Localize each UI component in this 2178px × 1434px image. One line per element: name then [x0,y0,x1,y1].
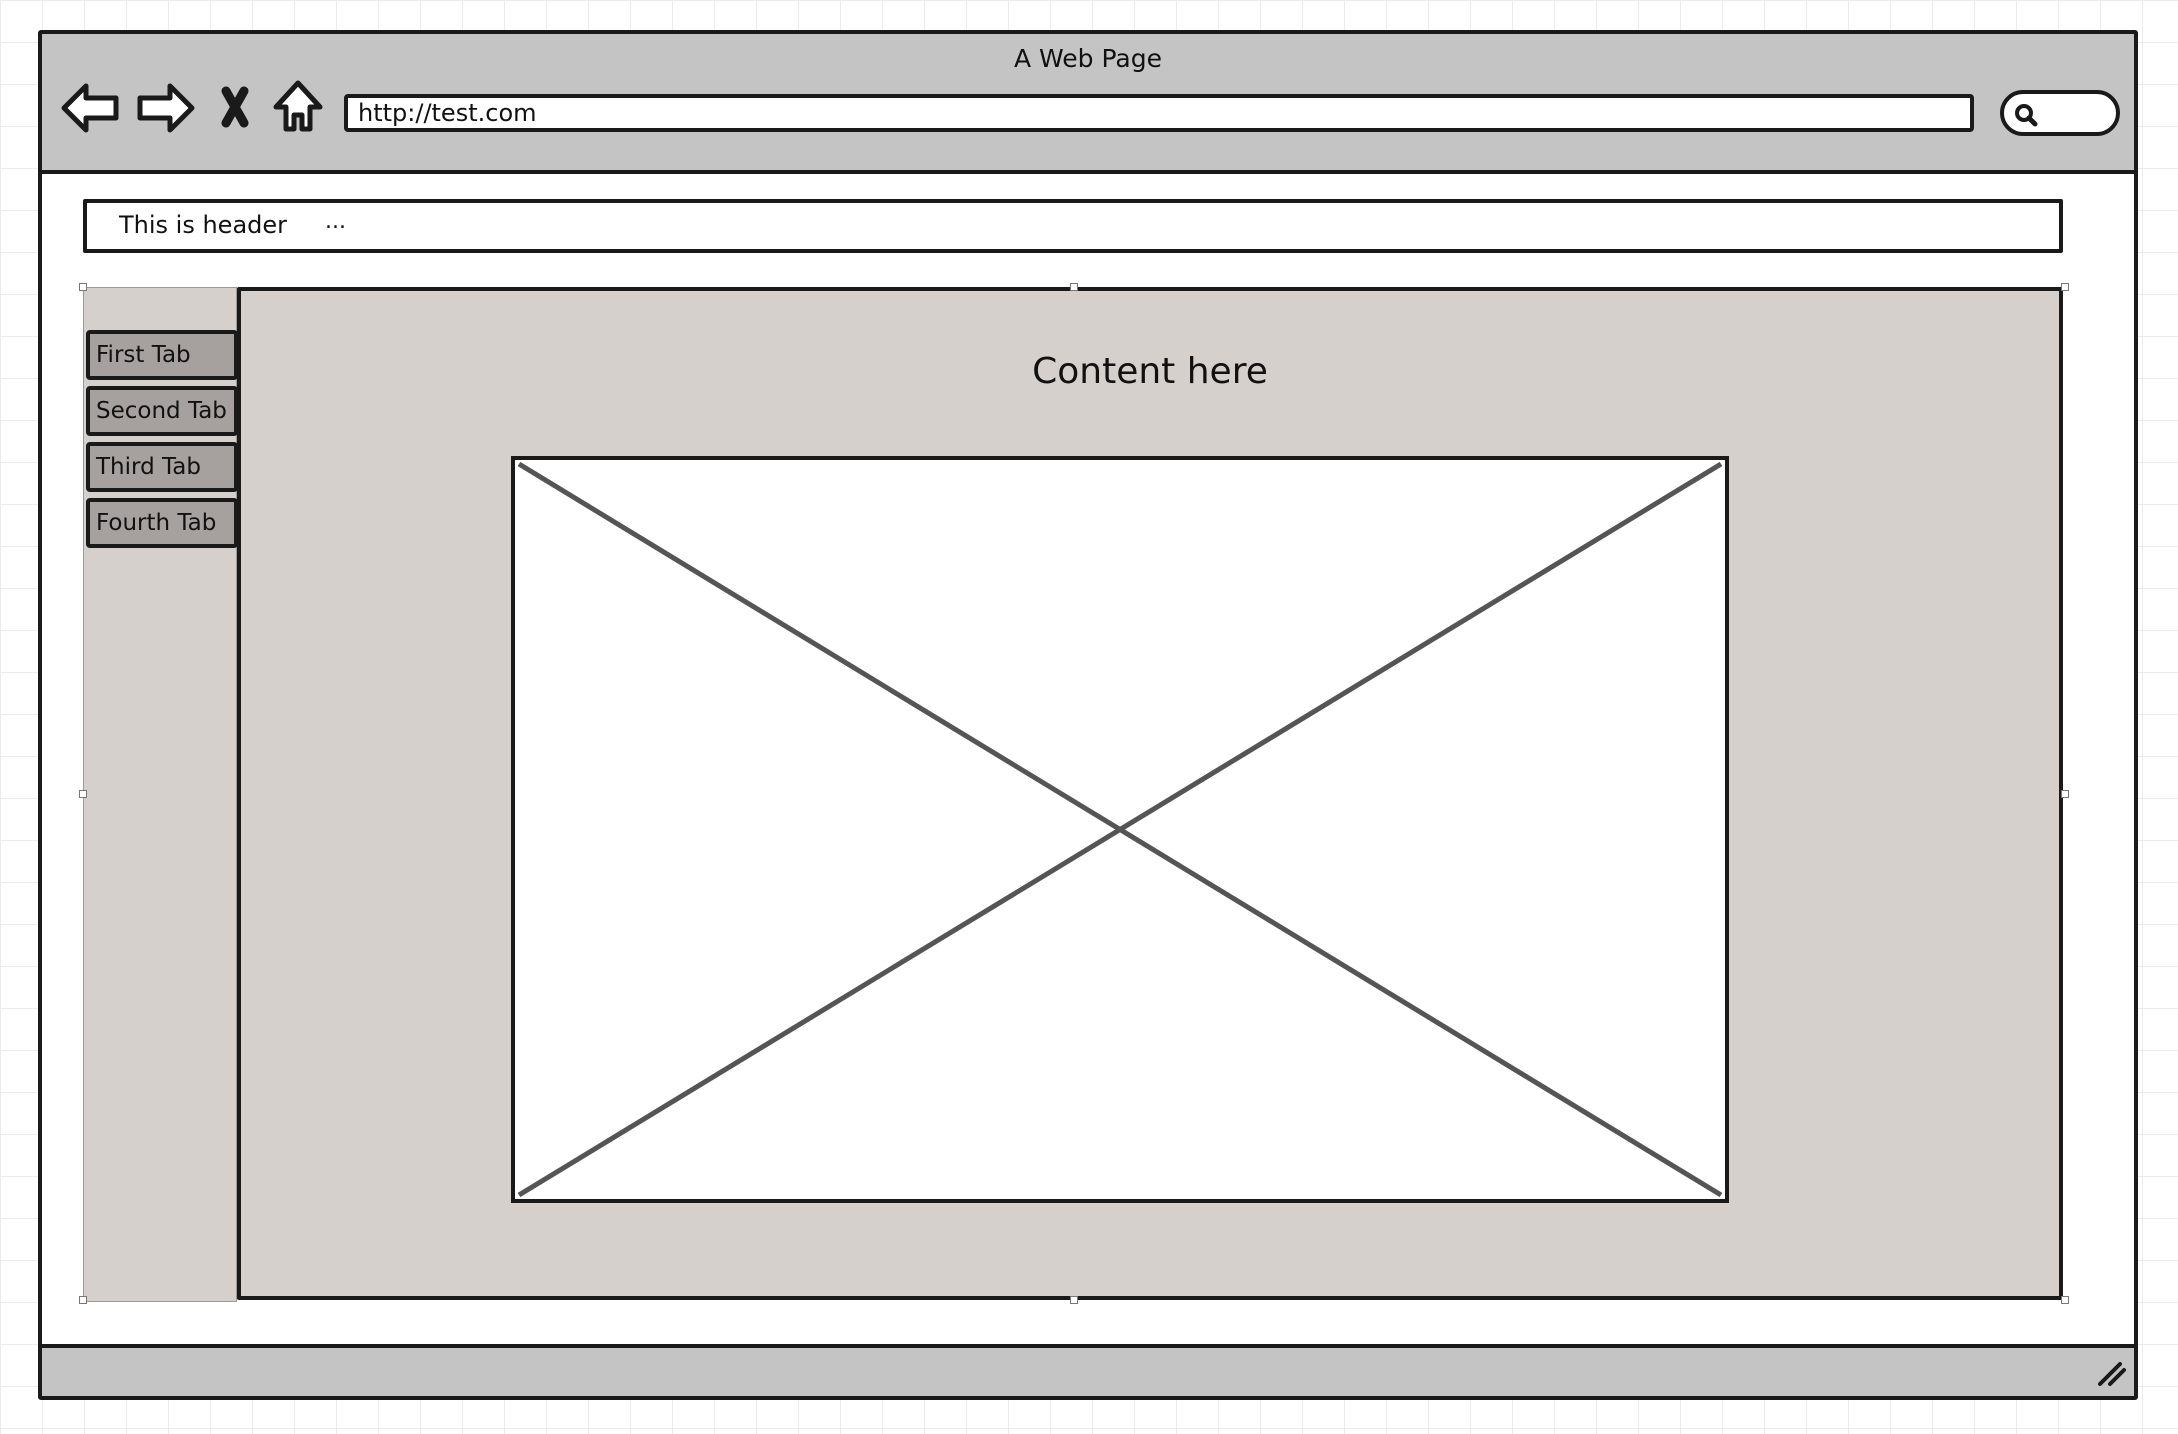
content-panel: Content here [237,287,2063,1300]
selection-handle[interactable] [79,283,87,291]
image-placeholder [511,456,1729,1203]
forward-arrow-icon[interactable] [134,77,196,139]
tab-second[interactable]: Second Tab [86,386,238,436]
selection-handle[interactable] [1070,1296,1078,1304]
header-text: This is header [119,211,288,239]
browser-statusbar [42,1344,2134,1396]
selection-handle[interactable] [79,790,87,798]
selection-handle[interactable] [2061,283,2069,291]
selection-handle[interactable] [2061,790,2069,798]
selection-handle[interactable] [1070,283,1078,291]
tab-sidebar: First Tab Second Tab Third Tab Fourth Ta… [83,287,238,1302]
content-title: Content here [1032,351,1268,392]
selection-handle[interactable] [2061,1296,2069,1304]
tab-fourth[interactable]: Fourth Tab [86,498,238,548]
resize-grip-icon[interactable] [2094,1356,2128,1390]
browser-titlebar: A Web Page http://test.com [42,34,2134,174]
browser-window: A Web Page http://test.com This is heade… [38,30,2138,1400]
search-field[interactable] [2000,90,2120,136]
back-arrow-icon[interactable] [60,77,122,139]
tab-first[interactable]: First Tab [86,330,238,380]
header-more: ... [325,209,346,234]
image-placeholder-cross [517,461,1723,1198]
home-icon[interactable] [268,77,330,139]
window-title: A Web Page [1013,44,1163,73]
selection-handle[interactable] [79,1296,87,1304]
page-header: This is header ... [83,199,2063,253]
tab-third[interactable]: Third Tab [86,442,238,492]
stop-icon[interactable] [214,77,276,139]
search-icon [2015,104,2038,127]
url-input[interactable]: http://test.com [344,94,1974,132]
